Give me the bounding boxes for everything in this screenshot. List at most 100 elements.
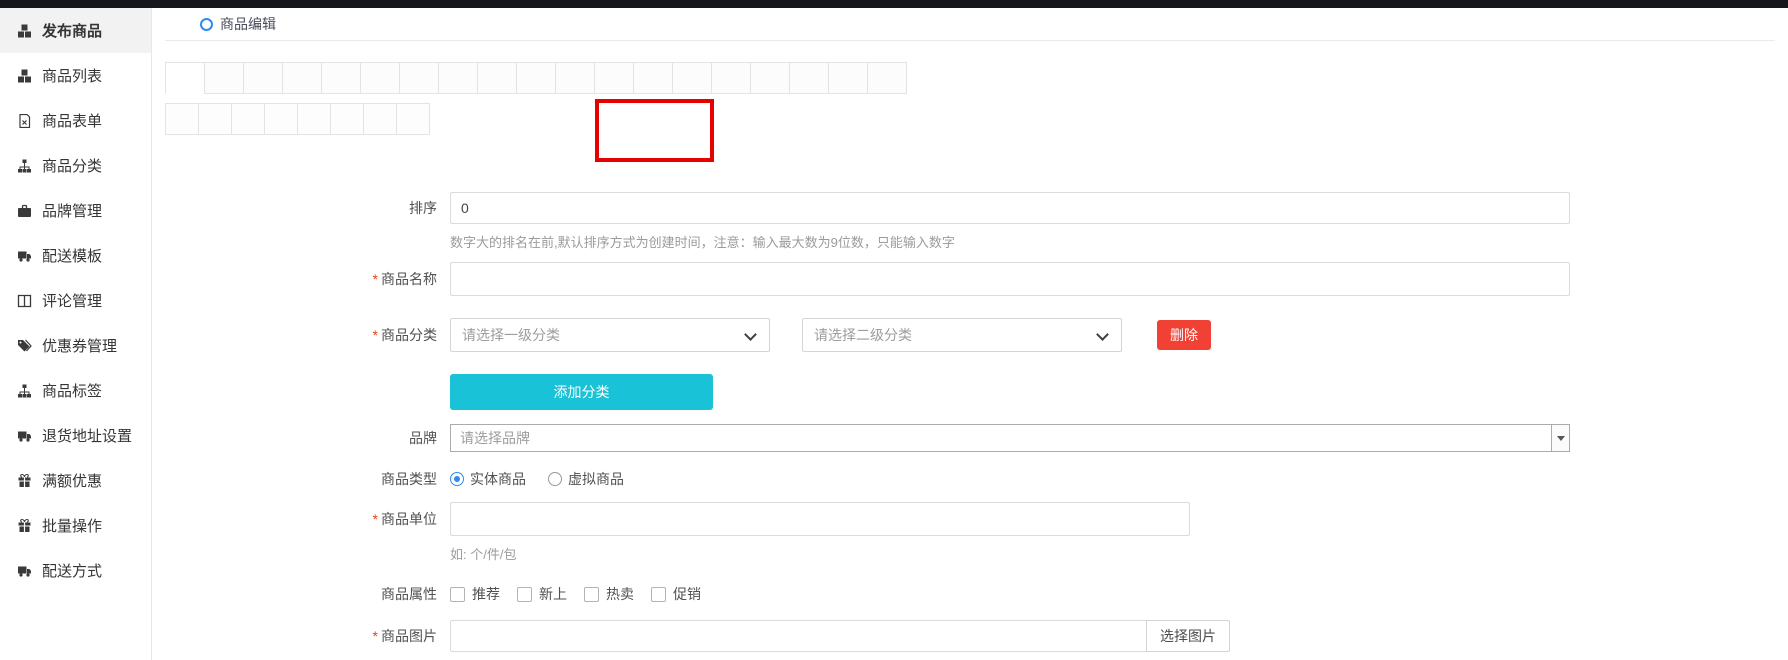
attribute-checkbox[interactable]: 新上 xyxy=(517,584,567,604)
checkbox-icon xyxy=(450,587,465,602)
category-level2-select[interactable]: 请选择二级分类 xyxy=(802,318,1122,352)
unit-row: *商品单位 xyxy=(153,502,1190,536)
unit-input[interactable] xyxy=(450,502,1190,536)
product-type-radio[interactable]: 实体商品 xyxy=(450,469,526,489)
primary-tab[interactable] xyxy=(555,62,595,94)
primary-tab[interactable] xyxy=(282,62,322,94)
select-arrow-icon[interactable] xyxy=(1551,425,1569,451)
primary-tab[interactable] xyxy=(399,62,439,94)
primary-tab[interactable] xyxy=(750,62,790,94)
sidebar-item[interactable]: 评论管理 xyxy=(0,278,151,323)
page-title: 商品编辑 xyxy=(220,14,276,34)
sidebar-item-label: 评论管理 xyxy=(42,290,102,311)
primary-tab[interactable] xyxy=(789,62,829,94)
primary-tab[interactable] xyxy=(672,62,712,94)
secondary-tab[interactable] xyxy=(165,103,199,135)
chevron-down-icon xyxy=(744,328,757,341)
checkbox-icon xyxy=(517,587,532,602)
sidebar-item-label: 配送模板 xyxy=(42,245,102,266)
primary-tab[interactable] xyxy=(633,62,673,94)
secondary-tab[interactable] xyxy=(198,103,232,135)
sidebar-item-label: 商品标签 xyxy=(42,380,102,401)
sort-input[interactable] xyxy=(450,192,1570,224)
sidebar-item-label: 满额优惠 xyxy=(42,470,102,491)
sidebar-item[interactable]: 商品标签 xyxy=(0,368,151,413)
cubes-icon xyxy=(17,68,33,83)
delete-category-button[interactable]: 删除 xyxy=(1157,320,1211,350)
sidebar-item[interactable]: 发布商品 xyxy=(0,8,151,53)
file-x-icon xyxy=(17,113,33,128)
primary-tab[interactable] xyxy=(828,62,868,94)
primary-tab[interactable] xyxy=(204,62,244,94)
sidebar-item[interactable]: 退货地址设置 xyxy=(0,413,151,458)
sidebar-item-label: 商品分类 xyxy=(42,155,102,176)
secondary-tab[interactable] xyxy=(297,103,331,135)
sidebar-item-label: 批量操作 xyxy=(42,515,102,536)
primary-tab[interactable] xyxy=(243,62,283,94)
primary-tab[interactable] xyxy=(360,62,400,94)
sidebar-item[interactable]: 品牌管理 xyxy=(0,188,151,233)
chevron-down-icon xyxy=(1096,328,1109,341)
sort-help-text: 数字大的排名在前,默认排序方式为创建时间，注意：输入最大数为9位数，只能输入数字 xyxy=(450,232,955,251)
required-asterisk: * xyxy=(373,628,378,644)
content-area: 商品编辑 xyxy=(153,8,1788,660)
primary-tab[interactable] xyxy=(438,62,478,94)
product-type-row: 商品类型 实体商品 虚拟商品 xyxy=(153,469,646,489)
sidebar-item[interactable]: 商品表单 xyxy=(0,98,151,143)
briefcase-icon xyxy=(17,203,33,218)
add-category-row: 添加分类 xyxy=(153,374,713,410)
image-row: *商品图片 选择图片 xyxy=(153,620,1230,652)
primary-tab-bar xyxy=(166,62,907,94)
primary-tab[interactable] xyxy=(711,62,751,94)
add-category-button[interactable]: 添加分类 xyxy=(450,374,713,410)
primary-tab[interactable] xyxy=(165,62,205,94)
sidebar-item-label: 发布商品 xyxy=(42,20,102,41)
category-level1-select[interactable]: 请选择一级分类 xyxy=(450,318,770,352)
product-type-radio[interactable]: 虚拟商品 xyxy=(548,469,624,489)
primary-tab[interactable] xyxy=(516,62,556,94)
category-label: 商品分类 xyxy=(381,327,437,343)
attribute-checkbox[interactable]: 促销 xyxy=(651,584,701,604)
sidebar-item[interactable]: 优惠券管理 xyxy=(0,323,151,368)
brand-select[interactable]: 请选择品牌 xyxy=(450,424,1570,452)
primary-tab[interactable] xyxy=(477,62,517,94)
required-asterisk: * xyxy=(373,271,378,287)
attributes-label: 商品属性 xyxy=(153,584,450,604)
brand-row: 品牌 请选择品牌 xyxy=(153,424,1570,452)
sort-label: 排序 xyxy=(153,198,450,218)
attribute-checkbox[interactable]: 热卖 xyxy=(584,584,634,604)
sidebar-item[interactable]: 配送方式 xyxy=(0,548,151,593)
page-header: 商品编辑 xyxy=(165,8,1775,41)
secondary-tab[interactable] xyxy=(231,103,265,135)
primary-tab[interactable] xyxy=(594,62,634,94)
sidebar-item[interactable]: 配送模板 xyxy=(0,233,151,278)
secondary-tab[interactable] xyxy=(363,103,397,135)
truck-icon xyxy=(17,563,33,578)
sidebar-item[interactable]: 商品列表 xyxy=(0,53,151,98)
gift-icon xyxy=(17,473,33,488)
truck-icon xyxy=(17,248,33,263)
product-name-input[interactable] xyxy=(450,262,1570,296)
secondary-tab[interactable] xyxy=(264,103,298,135)
primary-tab[interactable] xyxy=(321,62,361,94)
product-type-label: 商品类型 xyxy=(153,469,450,489)
sidebar-item-label: 品牌管理 xyxy=(42,200,102,221)
top-dark-bar xyxy=(0,0,1788,8)
attribute-checkbox[interactable]: 推荐 xyxy=(450,584,500,604)
product-name-row: *商品名称 xyxy=(153,262,1570,296)
secondary-tab[interactable] xyxy=(330,103,364,135)
image-path-input[interactable] xyxy=(450,620,1147,652)
choose-image-button[interactable]: 选择图片 xyxy=(1146,620,1230,652)
sidebar: 发布商品 商品列表 商品表单 商品分类 品牌管理 配送模板 评论管理 xyxy=(0,8,152,660)
unit-help-text: 如: 个/件/包 xyxy=(450,544,516,563)
sidebar-item[interactable]: 批量操作 xyxy=(0,503,151,548)
secondary-tab[interactable] xyxy=(396,103,430,135)
sidebar-item-label: 退货地址设置 xyxy=(42,425,132,446)
sidebar-item[interactable]: 满额优惠 xyxy=(0,458,151,503)
required-asterisk: * xyxy=(373,511,378,527)
primary-tab[interactable] xyxy=(867,62,907,94)
sidebar-item[interactable]: 商品分类 xyxy=(0,143,151,188)
columns-icon xyxy=(17,293,33,308)
gift-icon xyxy=(17,518,33,533)
category-row: *商品分类 请选择一级分类 请选择二级分类 删除 xyxy=(153,318,1211,352)
